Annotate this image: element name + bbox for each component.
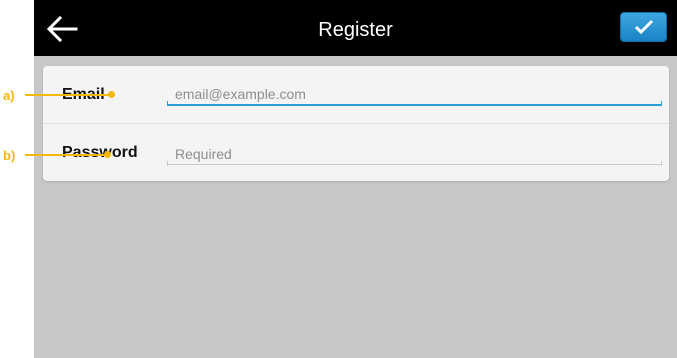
back-button[interactable] <box>44 12 80 46</box>
checkmark-icon <box>634 19 654 35</box>
register-form: Email Password <box>43 66 669 181</box>
password-label: Password <box>62 144 138 161</box>
annotation-a-line <box>25 94 112 96</box>
confirm-button[interactable] <box>620 12 667 42</box>
password-row: Password <box>43 124 669 181</box>
email-underline-right-edge <box>661 101 662 106</box>
screen: Register Email Password a) <box>0 0 677 358</box>
annotation-a-dot <box>108 91 115 98</box>
annotation-b-label: b) <box>3 148 16 163</box>
annotation-b-dot <box>104 151 111 158</box>
password-underline-left-edge <box>167 161 168 166</box>
action-bar: Register <box>34 0 677 56</box>
app-window: Register Email Password <box>34 0 677 358</box>
email-underline-left-edge <box>167 101 168 106</box>
email-row: Email <box>43 66 669 124</box>
email-input[interactable] <box>167 84 662 106</box>
back-arrow-icon <box>46 15 78 43</box>
annotation-a-label: a) <box>3 88 15 103</box>
annotation-b-line <box>25 154 107 156</box>
password-underline-right-edge <box>661 161 662 166</box>
password-input[interactable] <box>167 143 662 165</box>
page-title: Register <box>318 19 393 41</box>
